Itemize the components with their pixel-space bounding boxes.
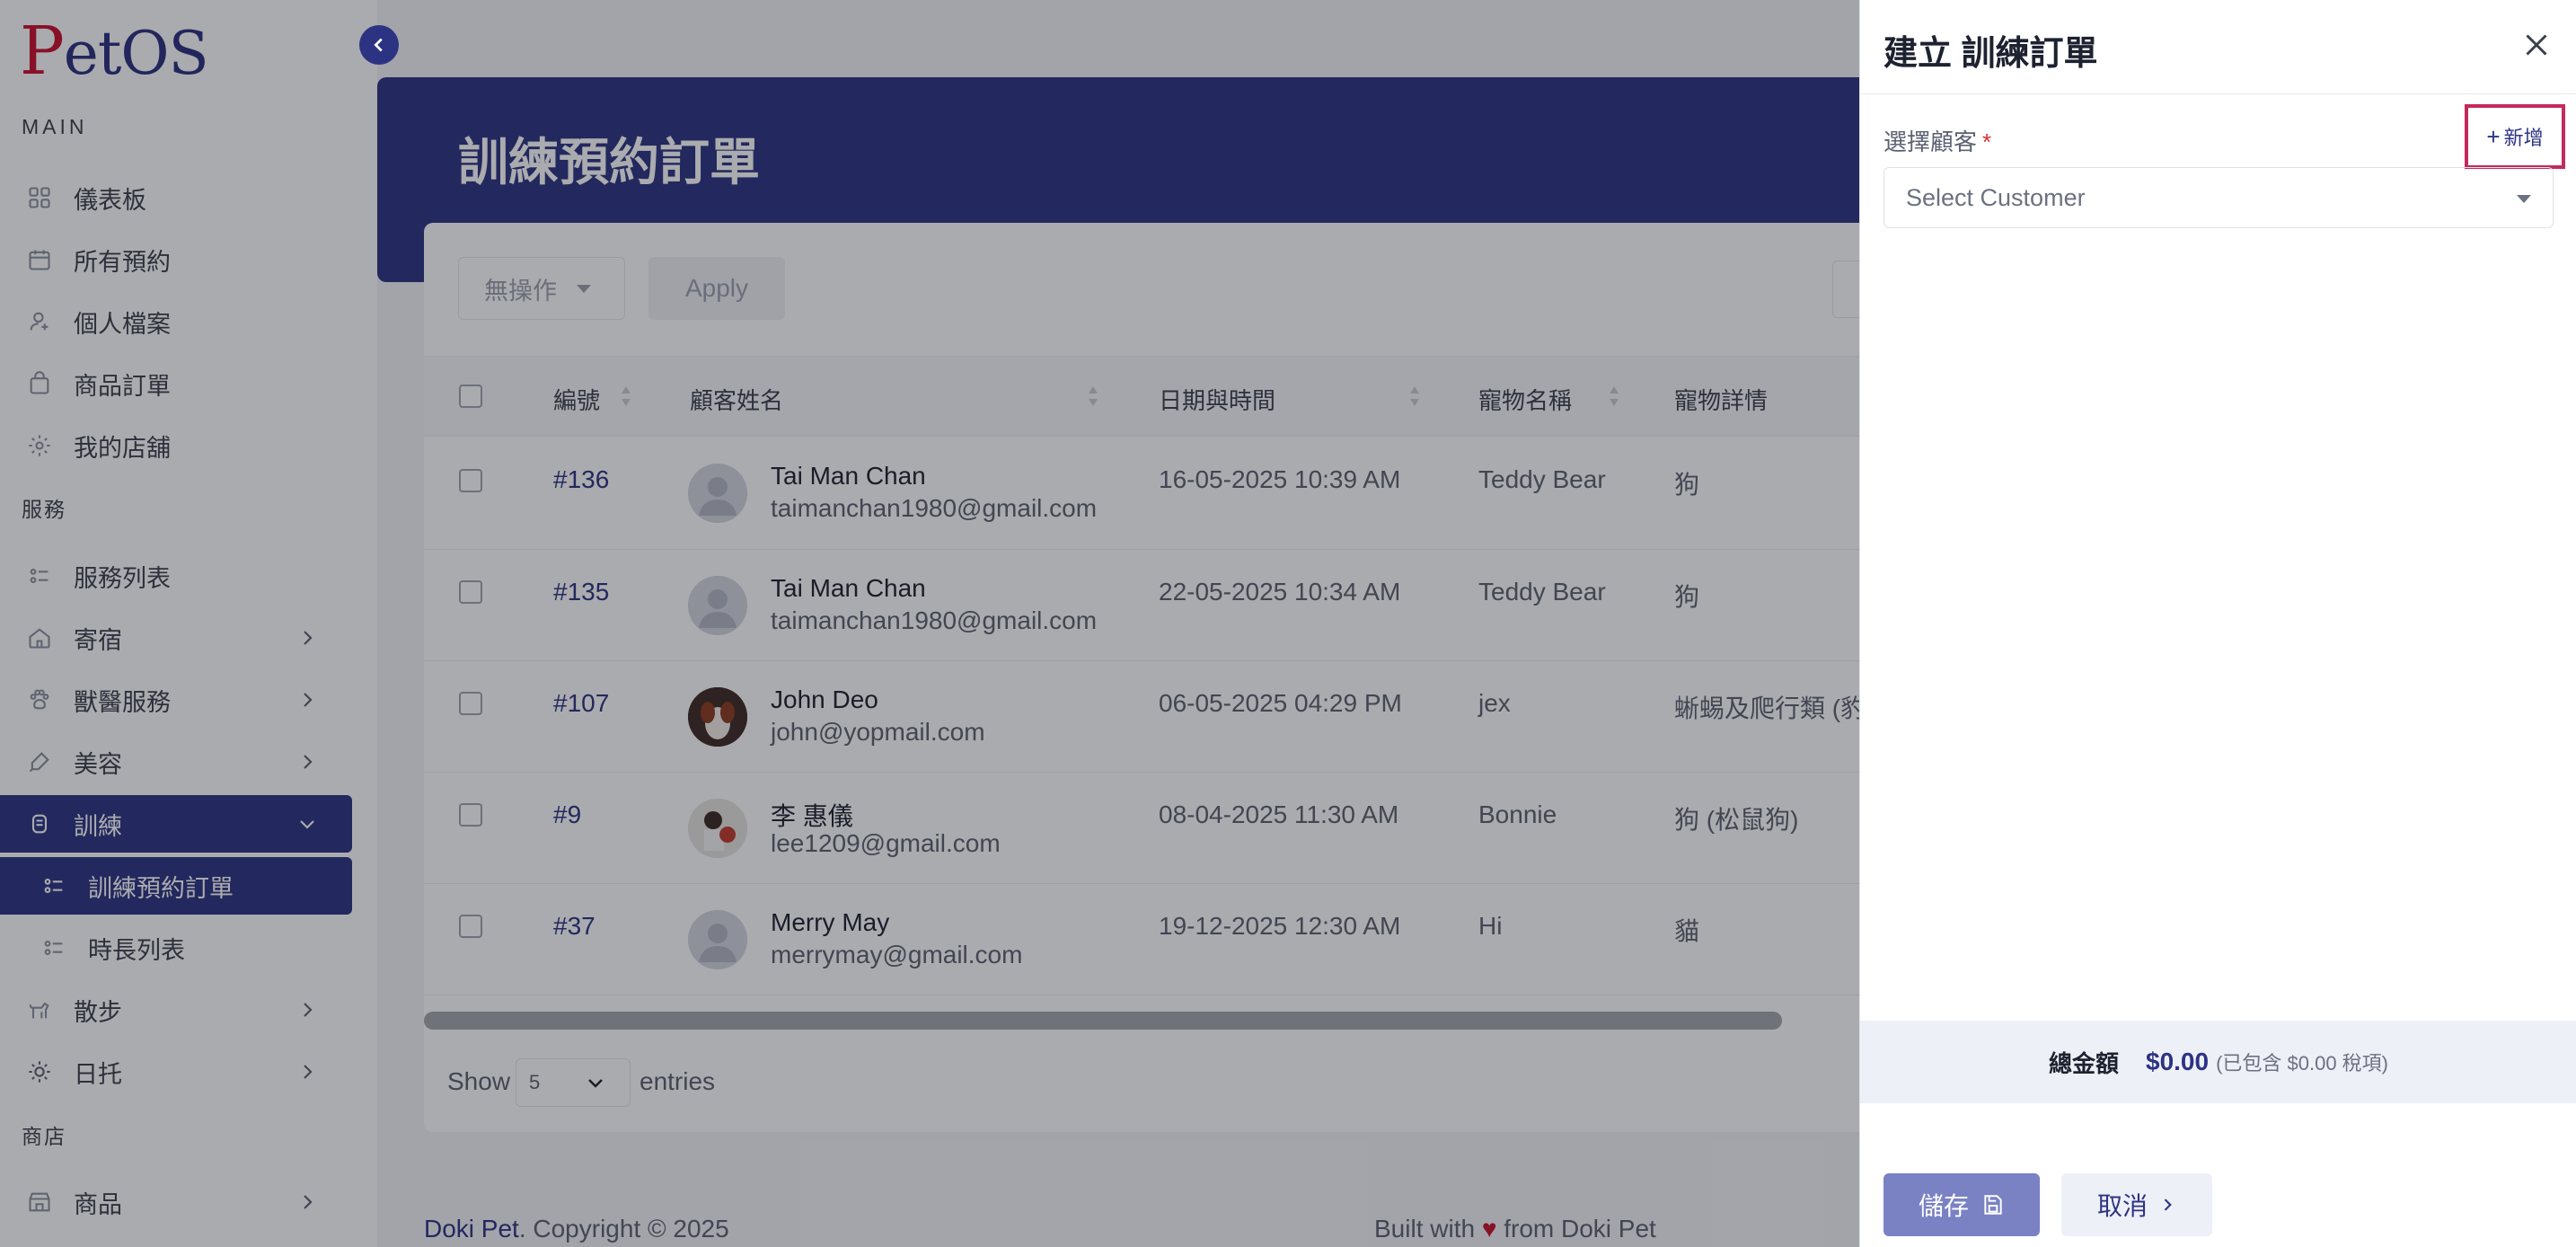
total-bar: 總金額 $0.00 (已包含 $0.00 稅項) — [1860, 1021, 2576, 1103]
required-marker: * — [1982, 128, 1992, 155]
plus-icon: + — [2486, 122, 2501, 150]
save-icon — [1984, 1195, 2002, 1215]
customer-label-text: 選擇顧客 — [1883, 128, 1978, 155]
drawer-title: 建立 訓練訂單 — [1883, 35, 2098, 73]
add-customer-label: 新增 — [2503, 127, 2544, 149]
chevron-right-icon — [2164, 1198, 2172, 1211]
save-button[interactable]: 儲存 — [1883, 1173, 2040, 1236]
modal-backdrop[interactable] — [0, 0, 1859, 1247]
total-value: $0.00 — [2146, 1048, 2210, 1075]
total-tax-note: (已包含 $0.00 稅項) — [2216, 1052, 2389, 1075]
sidebar-collapse-button[interactable] — [359, 25, 399, 65]
caret-down-icon — [2517, 195, 2531, 203]
customer-select[interactable]: Select Customer — [1883, 167, 2554, 228]
add-customer-button[interactable]: + 新增 — [2465, 104, 2565, 169]
cancel-button-label: 取消 — [2096, 1192, 2148, 1220]
divider — [1860, 93, 2576, 94]
cancel-button[interactable]: 取消 — [2061, 1173, 2212, 1236]
chevron-left-icon — [374, 38, 383, 52]
total-label: 總金額 — [2048, 1049, 2119, 1077]
save-button-label: 儲存 — [1918, 1192, 1969, 1220]
customer-field-label: 選擇顧客 * — [1883, 124, 1991, 157]
create-training-order-drawer: 建立 訓練訂單 選擇顧客 * + 新增 Select Customer 總金額 $0… — [1859, 0, 2576, 1247]
close-icon[interactable] — [2520, 29, 2553, 61]
customer-select-placeholder: Select Customer — [1906, 183, 2086, 211]
